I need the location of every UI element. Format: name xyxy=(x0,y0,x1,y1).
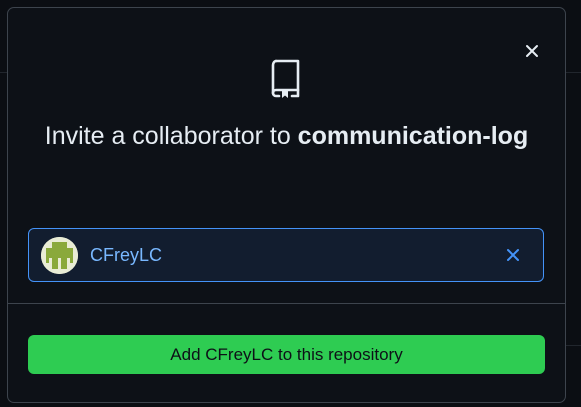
add-collaborator-button[interactable]: Add CFreyLC to this repository xyxy=(28,335,545,374)
selected-collaborator: CFreyLC xyxy=(28,228,544,282)
invite-collaborator-dialog: Invite a collaborator to communication-l… xyxy=(7,7,566,403)
repo-icon xyxy=(271,59,300,98)
identicon-icon xyxy=(41,237,78,274)
dialog-title: Invite a collaborator to communication-l… xyxy=(28,118,545,155)
repository-name: communication-log xyxy=(297,122,529,150)
background-divider xyxy=(566,72,581,73)
collaborator-username: CFreyLC xyxy=(90,245,163,265)
close-icon xyxy=(526,45,538,57)
avatar xyxy=(41,237,78,274)
close-button[interactable] xyxy=(521,40,543,62)
remove-collaborator-button[interactable] xyxy=(504,246,522,264)
background-divider xyxy=(566,345,581,346)
title-prefix: Invite a collaborator to xyxy=(44,122,298,150)
dialog-divider xyxy=(8,303,565,304)
remove-icon xyxy=(507,249,519,261)
